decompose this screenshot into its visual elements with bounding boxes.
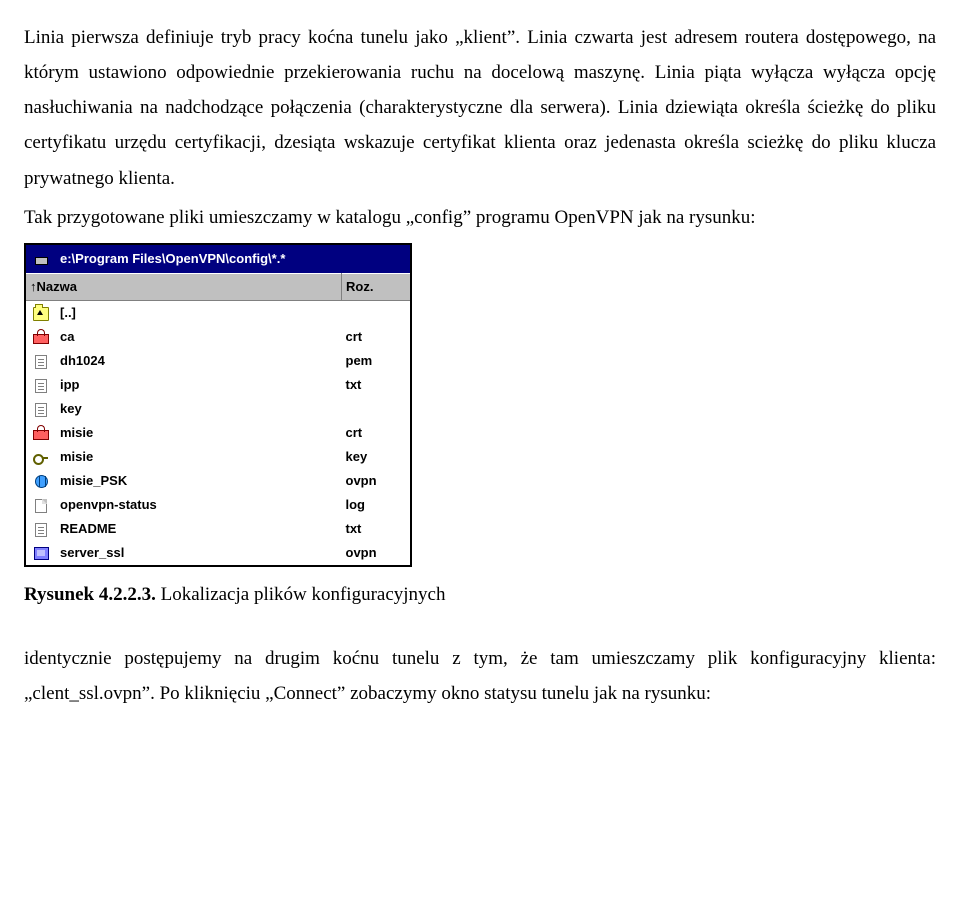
file-name: misie xyxy=(56,445,342,469)
paragraph-2: Tak przygotowane pliki umieszczamy w kat… xyxy=(24,200,936,235)
file-name: key xyxy=(56,397,342,421)
file-row[interactable]: READMEtxt xyxy=(25,517,411,541)
file-row[interactable]: key xyxy=(25,397,411,421)
file-ext: crt xyxy=(342,421,412,445)
file-name: misie_PSK xyxy=(56,469,342,493)
file-ext: pem xyxy=(342,349,412,373)
folder-icon xyxy=(25,300,56,325)
paragraph-1: Linia pierwsza definiuje tryb pracy koćn… xyxy=(24,20,936,196)
file-manager-screenshot: e:\Program Files\OpenVPN\config\*.* ↑Naz… xyxy=(24,243,936,568)
fm-column-header: ↑Nazwa Roz. xyxy=(25,273,411,300)
file-row[interactable]: cacrt xyxy=(25,325,411,349)
file-ext: key xyxy=(342,445,412,469)
file-name: dh1024 xyxy=(56,349,342,373)
file-ext xyxy=(342,300,412,325)
doc-icon xyxy=(25,349,56,373)
file-row[interactable]: misiecrt xyxy=(25,421,411,445)
figure-caption: Rysunek 4.2.2.3. Lokalizacja plików konf… xyxy=(24,577,936,612)
file-row[interactable]: misie_PSKovpn xyxy=(25,469,411,493)
file-row[interactable]: server_sslovpn xyxy=(25,541,411,566)
doc-icon xyxy=(25,397,56,421)
paragraph-3: identycznie postępujemy na drugim koćnu … xyxy=(24,641,936,711)
figure-title: Lokalizacja plików konfiguracyjnych xyxy=(156,584,446,605)
file-row[interactable]: misiekey xyxy=(25,445,411,469)
file-row[interactable]: openvpn-statuslog xyxy=(25,493,411,517)
file-ext: ovpn xyxy=(342,541,412,566)
key-icon xyxy=(25,445,56,469)
col-name-header[interactable]: ↑Nazwa xyxy=(25,273,342,300)
lock-icon xyxy=(25,325,56,349)
file-row[interactable]: ipptxt xyxy=(25,373,411,397)
col-ext-header[interactable]: Roz. xyxy=(342,273,412,300)
file-name: ca xyxy=(56,325,342,349)
file-ext: ovpn xyxy=(342,469,412,493)
fm-titlebar: e:\Program Files\OpenVPN\config\*.* xyxy=(25,244,411,274)
file-ext xyxy=(342,397,412,421)
file-manager-panel: e:\Program Files\OpenVPN\config\*.* ↑Naz… xyxy=(24,243,412,568)
figure-number: Rysunek 4.2.2.3. xyxy=(24,584,156,605)
file-ext: log xyxy=(342,493,412,517)
doc-icon xyxy=(25,517,56,541)
net-icon xyxy=(25,469,56,493)
file-row[interactable]: dh1024pem xyxy=(25,349,411,373)
file-name: misie xyxy=(56,421,342,445)
file-ext: txt xyxy=(342,373,412,397)
fm-path: e:\Program Files\OpenVPN\config\*.* xyxy=(56,244,411,274)
file-ext: txt xyxy=(342,517,412,541)
file-name: ipp xyxy=(56,373,342,397)
drive-icon xyxy=(25,244,56,274)
sys-icon xyxy=(25,541,56,566)
lock-icon xyxy=(25,421,56,445)
log-icon xyxy=(25,493,56,517)
file-row[interactable]: [..] xyxy=(25,300,411,325)
file-name: server_ssl xyxy=(56,541,342,566)
file-name: README xyxy=(56,517,342,541)
file-name: openvpn-status xyxy=(56,493,342,517)
file-name: [..] xyxy=(56,300,342,325)
file-ext: crt xyxy=(342,325,412,349)
doc-icon xyxy=(25,373,56,397)
